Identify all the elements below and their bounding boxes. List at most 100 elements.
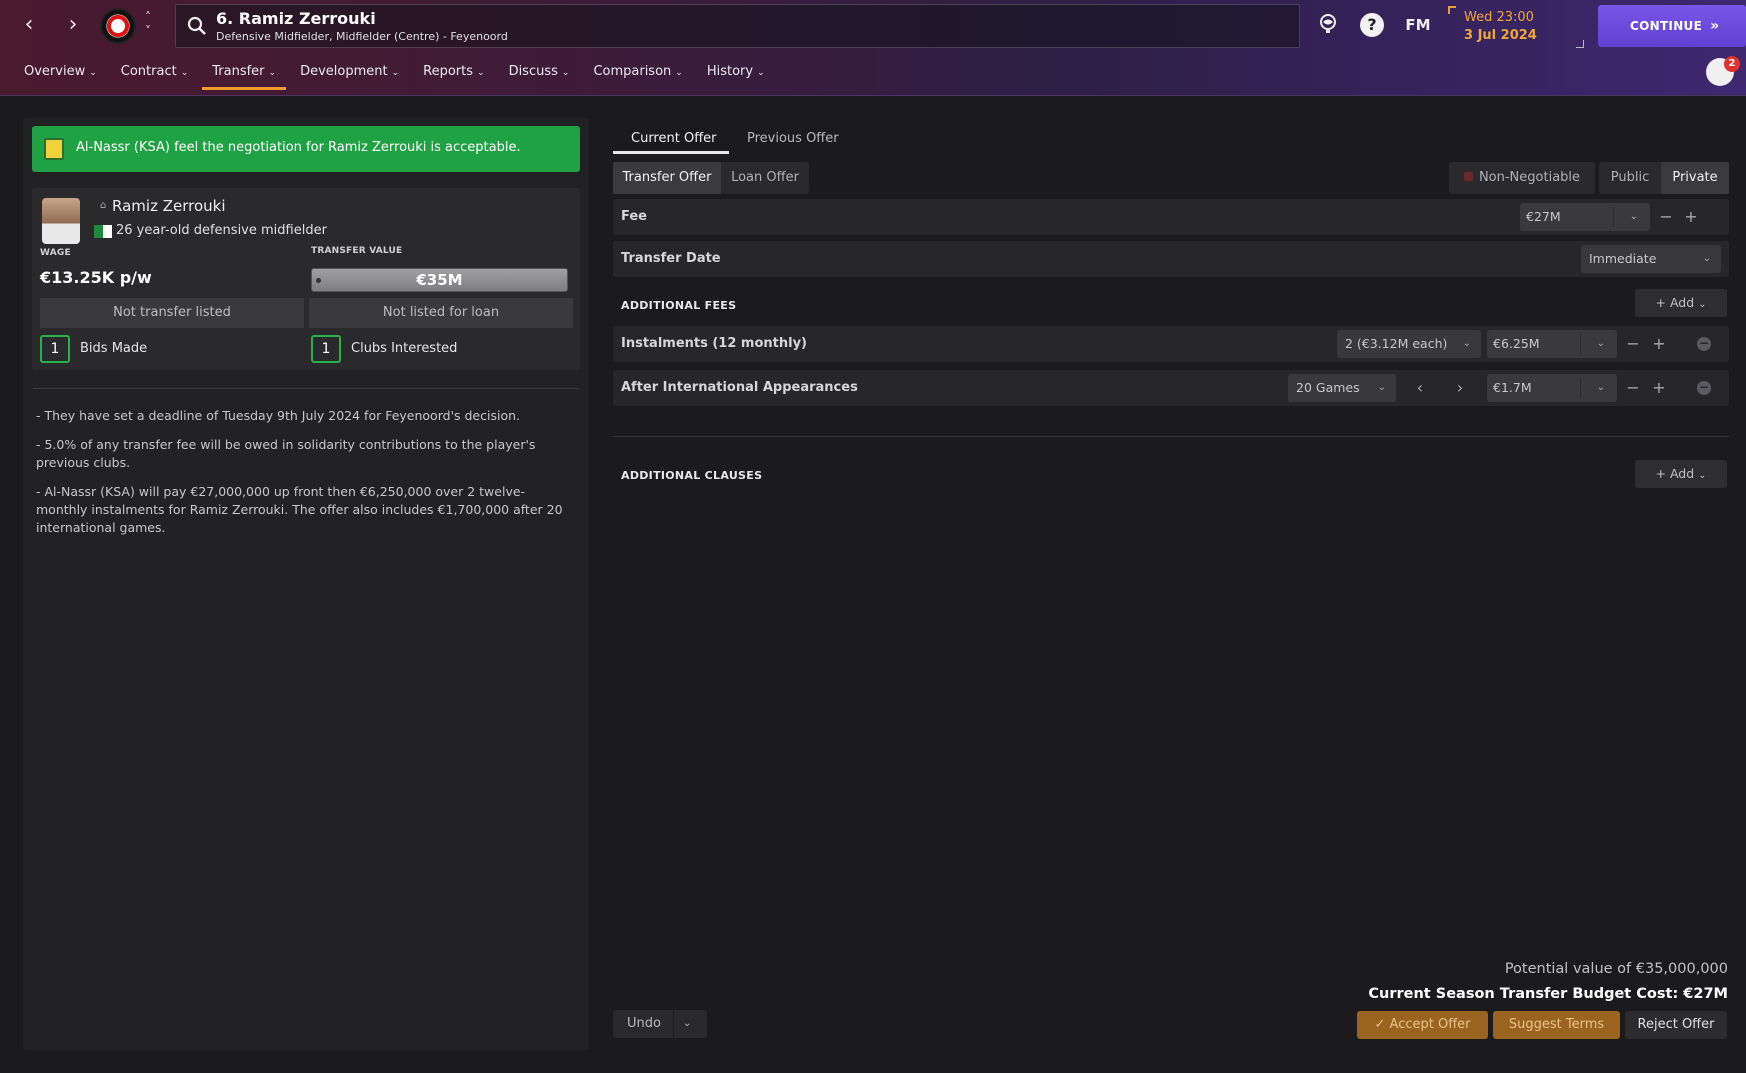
club-badge-icon[interactable] bbox=[100, 8, 136, 44]
chevron-down-icon[interactable]: ⌄ bbox=[1630, 203, 1638, 231]
main-menu: Overview ⌄ Contract ⌄ Transfer ⌄ Developmen… bbox=[14, 60, 779, 90]
additional-clauses-heading: ADDITIONAL CLAUSES bbox=[621, 469, 763, 482]
forward-arrow-icon[interactable]: › bbox=[60, 12, 86, 38]
reject-offer-button[interactable]: Reject Offer bbox=[1625, 1011, 1727, 1039]
check-icon: ✓ bbox=[1374, 1017, 1386, 1032]
player-name[interactable]: Ramiz Zerrouki bbox=[112, 197, 226, 215]
player-title: 6. Ramiz Zerrouki bbox=[216, 9, 376, 28]
player-description: 26 year-old defensive midfielder bbox=[116, 223, 327, 238]
chevron-down-icon: ⌄ bbox=[1702, 253, 1711, 264]
bids-count: 1 bbox=[40, 335, 70, 363]
negotiation-alert: Al-Nassr (KSA) feel the negotiation for … bbox=[32, 126, 580, 172]
add-clause-button[interactable]: + Add ⌄ bbox=[1635, 460, 1727, 488]
transfer-date-label: Transfer Date bbox=[621, 251, 721, 266]
menu-discuss[interactable]: Discuss ⌄ bbox=[499, 60, 580, 90]
non-negotiable-button[interactable]: Non-Negotiable bbox=[1449, 162, 1595, 194]
public-button[interactable]: Public bbox=[1599, 162, 1661, 194]
menu-label: Discuss bbox=[508, 64, 558, 79]
tab-previous-offer[interactable]: Previous Offer bbox=[729, 122, 859, 154]
remove-icon[interactable]: − bbox=[1697, 381, 1711, 395]
chevron-down-icon: ⌄ bbox=[477, 68, 485, 78]
menu-contract[interactable]: Contract ⌄ bbox=[111, 60, 198, 90]
remove-icon[interactable]: − bbox=[1697, 337, 1711, 351]
accept-offer-button[interactable]: ✓ Accept Offer bbox=[1357, 1011, 1488, 1039]
back-arrow-icon[interactable]: ‹ bbox=[16, 12, 42, 38]
fee-decrease-button[interactable]: − bbox=[1654, 203, 1678, 231]
bids-label: Bids Made bbox=[80, 341, 148, 356]
negotiation-notes: - They have set a deadline of Tuesday 9t… bbox=[36, 407, 576, 548]
chevron-down-icon[interactable]: ⌄ bbox=[683, 1010, 691, 1038]
plus-icon: + bbox=[1655, 466, 1666, 481]
undo-button[interactable]: Undo ⌄ bbox=[613, 1010, 707, 1038]
instalments-increase-button[interactable]: + bbox=[1647, 330, 1671, 358]
section-divider bbox=[613, 436, 1729, 437]
button-separator bbox=[673, 1010, 674, 1038]
chevron-down-icon: ⌄ bbox=[757, 68, 765, 78]
date-corner-decoration bbox=[1576, 40, 1584, 48]
appearances-games-select[interactable]: 20 Games ⌄ bbox=[1288, 374, 1396, 402]
transfer-value-bar: €35M bbox=[311, 268, 568, 292]
chevron-right-icon[interactable]: › bbox=[1448, 374, 1472, 402]
appearances-row: After International Appearances 20 Games… bbox=[613, 370, 1729, 406]
transfer-date-row: Transfer Date Immediate ⌄ bbox=[613, 241, 1729, 277]
divider bbox=[33, 388, 579, 389]
fee-input[interactable]: €27M ⌄ bbox=[1520, 203, 1650, 231]
appearances-decrease-button[interactable]: − bbox=[1621, 374, 1645, 402]
chevron-down-icon: ⌄ bbox=[1462, 338, 1471, 349]
menu-label: Transfer bbox=[212, 64, 265, 79]
note-item: - 5.0% of any transfer fee will be owed … bbox=[36, 437, 536, 470]
menu-label: Reports bbox=[423, 64, 474, 79]
menu-label: Contract bbox=[120, 64, 177, 79]
player-search-box[interactable]: 6. Ramiz Zerrouki Defensive Midfielder, … bbox=[175, 4, 1300, 48]
menu-transfer[interactable]: Transfer ⌄ bbox=[202, 60, 287, 90]
appearances-increase-button[interactable]: + bbox=[1647, 374, 1671, 402]
menu-comparison[interactable]: Comparison ⌄ bbox=[583, 60, 692, 90]
transfer-offer-button[interactable]: Transfer Offer bbox=[613, 162, 721, 194]
transfer-date-select[interactable]: Immediate ⌄ bbox=[1581, 245, 1721, 273]
game-date[interactable]: Wed 23:00 3 Jul 2024 bbox=[1448, 6, 1584, 48]
instalments-count-select[interactable]: 2 (€3.12M each) ⌄ bbox=[1337, 330, 1481, 358]
suggest-terms-button[interactable]: Suggest Terms bbox=[1493, 1011, 1620, 1039]
menu-development[interactable]: Development ⌄ bbox=[290, 60, 409, 90]
menu-history[interactable]: History ⌄ bbox=[697, 60, 775, 90]
appearances-select-value: 20 Games bbox=[1296, 380, 1360, 395]
instalments-row: Instalments (12 monthly) 2 (€3.12M each)… bbox=[613, 326, 1729, 362]
help-icon[interactable]: ? bbox=[1360, 13, 1384, 37]
add-label: Add bbox=[1669, 466, 1695, 481]
loan-offer-button[interactable]: Loan Offer bbox=[721, 162, 809, 194]
tab-current-offer[interactable]: Current Offer bbox=[613, 122, 729, 154]
add-fee-button[interactable]: + Add ⌄ bbox=[1635, 289, 1727, 317]
fee-increase-button[interactable]: + bbox=[1679, 203, 1703, 231]
accept-label: Accept Offer bbox=[1389, 1017, 1471, 1032]
instalments-value: €6.25M bbox=[1493, 336, 1540, 351]
potential-value: Potential value of €35,000,000 bbox=[1504, 961, 1728, 977]
fee-value: €27M bbox=[1526, 209, 1561, 224]
player-subtitle: Defensive Midfielder, Midfielder (Centre… bbox=[216, 30, 508, 43]
chevron-left-icon[interactable]: ‹ bbox=[1408, 374, 1432, 402]
continue-button[interactable]: CONTINUE » bbox=[1598, 5, 1746, 47]
fm-menu[interactable]: FM bbox=[1402, 13, 1434, 37]
wage-value: €13.25K p/w bbox=[40, 268, 152, 287]
clubs-count: 1 bbox=[311, 335, 341, 363]
club-switch-updown-icon[interactable]: ˄ ˅ bbox=[140, 10, 156, 38]
add-label: Add bbox=[1669, 295, 1695, 310]
menu-overview[interactable]: Overview ⌄ bbox=[14, 60, 107, 90]
instalments-amount-input[interactable]: €6.25M ⌄ bbox=[1487, 330, 1617, 358]
non-negotiable-label: Non-Negotiable bbox=[1478, 170, 1581, 185]
fee-label: Fee bbox=[621, 209, 647, 224]
appearances-amount-input[interactable]: €1.7M ⌄ bbox=[1487, 374, 1617, 402]
player-card: ⌂ Ramiz Zerrouki 26 year-old defensive m… bbox=[32, 188, 580, 370]
menu-reports[interactable]: Reports ⌄ bbox=[413, 60, 494, 90]
field-separator bbox=[1580, 334, 1581, 354]
avatar[interactable] bbox=[42, 198, 80, 244]
instalments-decrease-button[interactable]: − bbox=[1621, 330, 1645, 358]
private-button[interactable]: Private bbox=[1661, 162, 1729, 194]
chevron-down-icon[interactable]: ⌄ bbox=[1597, 330, 1605, 358]
chevron-down-icon: ⌄ bbox=[1377, 382, 1386, 393]
chevron-down-icon[interactable]: ⌄ bbox=[1597, 374, 1605, 402]
undo-label: Undo bbox=[627, 1016, 661, 1031]
budget-cost: Current Season Transfer Budget Cost: €27… bbox=[1368, 986, 1728, 1002]
appearances-label: After International Appearances bbox=[621, 380, 858, 395]
non-negotiable-toggle[interactable]: Non-Negotiable bbox=[1449, 162, 1595, 194]
globe-icon[interactable] bbox=[1316, 13, 1340, 37]
